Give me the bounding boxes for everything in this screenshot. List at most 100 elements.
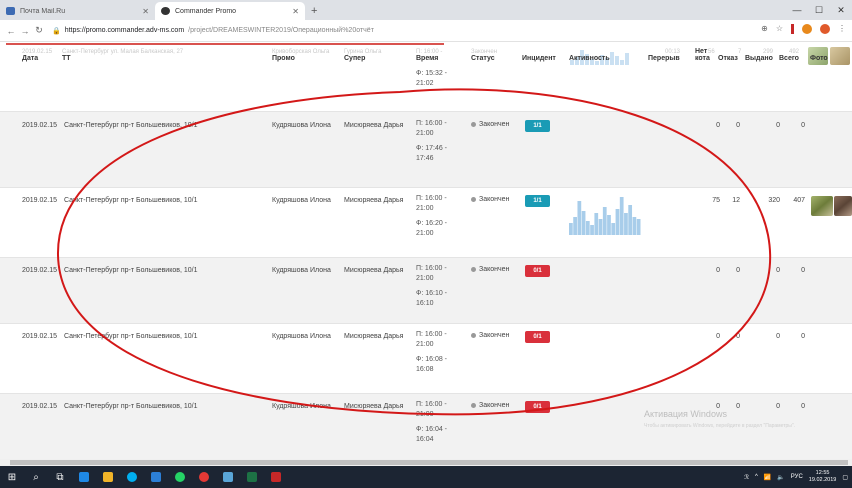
tab-commander[interactable]: Commander Promo ✕ xyxy=(155,2,305,20)
menu-icon[interactable]: ⋮ xyxy=(838,24,846,34)
refuse-cell: 0 xyxy=(736,122,740,129)
network-icon[interactable]: 📶 xyxy=(764,474,771,481)
promo-cell: Кудряшова Илона xyxy=(272,122,331,129)
tab-title: Почта Mail.Ru xyxy=(20,7,66,15)
tt-cell: Санкт-Петербург пр-т Большевиков, 10/1 xyxy=(64,122,198,129)
store-icon[interactable] xyxy=(144,466,168,488)
forward-icon[interactable]: → xyxy=(18,26,32,36)
promo-cell: Кудряшова Илона xyxy=(272,333,331,340)
tray-up-icon[interactable]: ^ xyxy=(755,474,758,480)
tab-strip: Почта Mail.Ru ✕ Commander Promo ✕ + — ☐ … xyxy=(0,0,852,20)
extension-icon[interactable] xyxy=(802,24,812,34)
back-icon[interactable]: ← xyxy=(4,26,18,36)
promo-cell: Кудряшова Илона xyxy=(272,403,331,410)
zoom-icon[interactable]: ⊕ xyxy=(761,24,768,34)
kota-cell: 0 xyxy=(716,122,720,129)
horizontal-scrollbar[interactable] xyxy=(0,459,852,466)
close-window-icon[interactable]: ✕ xyxy=(830,0,852,20)
total-cell: 407 xyxy=(793,197,805,204)
col-given[interactable]: Выдано xyxy=(745,55,773,62)
col-break[interactable]: Перерыв xyxy=(648,55,680,62)
maximize-icon[interactable]: ☐ xyxy=(808,0,830,20)
col-total[interactable]: Всего xyxy=(779,55,799,62)
status-cell: Закончен xyxy=(471,402,509,409)
col-refuse[interactable]: Отказ xyxy=(718,55,738,62)
table-row[interactable]: 2019.02.15 Санкт-Петербург пр-т Большеви… xyxy=(0,111,852,187)
windows-activation-title: Активация Windows xyxy=(644,409,727,419)
activity-bar xyxy=(573,217,577,235)
clock[interactable]: 12:55 19.02.2019 xyxy=(809,470,837,484)
status-cell: Закончен xyxy=(471,266,509,273)
given-cell: 0 xyxy=(776,122,780,129)
url-path: /project/DREAMESWINTER2019/Операционный%… xyxy=(188,27,374,34)
incident-badge[interactable]: 1/1 xyxy=(525,195,550,207)
col-date[interactable]: Дата xyxy=(22,55,38,62)
refuse-cell: 12 xyxy=(732,197,740,204)
extension-icon[interactable] xyxy=(791,24,794,34)
col-photo[interactable]: Фото xyxy=(810,55,828,62)
activity-bar xyxy=(624,213,628,235)
address-bar[interactable]: 🔒 https://promo.commander.adv-ms.com/pro… xyxy=(52,27,374,35)
kota-cell: 0 xyxy=(716,333,720,340)
lock-icon: 🔒 xyxy=(52,27,61,35)
col-time[interactable]: Время xyxy=(416,55,438,62)
given-cell: 0 xyxy=(776,333,780,340)
date-cell: 2019.02.15 xyxy=(22,403,58,410)
chrome-icon[interactable] xyxy=(192,466,216,488)
table-row[interactable]: 2019.02.15 Санкт-Петербург пр-т Большеви… xyxy=(0,257,852,323)
photos-icon[interactable] xyxy=(216,466,240,488)
photo-thumbnail[interactable] xyxy=(834,196,852,216)
col-super[interactable]: Супер xyxy=(344,55,365,62)
url-host: https://promo.commander.adv-ms.com xyxy=(64,27,185,34)
total-cell: 0 xyxy=(801,403,805,410)
kota-cell: 75 xyxy=(712,197,720,204)
whatsapp-icon[interactable] xyxy=(168,466,192,488)
status-dot-icon xyxy=(471,333,476,338)
photo-thumbnail[interactable] xyxy=(811,196,833,216)
start-icon[interactable]: ⊞ xyxy=(0,466,24,488)
input-language[interactable]: РУС xyxy=(791,474,803,480)
given-cell: 0 xyxy=(776,267,780,274)
volume-icon[interactable]: 🔈 xyxy=(777,474,784,481)
edge-icon[interactable] xyxy=(72,466,96,488)
scrollbar-thumb[interactable] xyxy=(10,460,848,465)
task-view-icon[interactable]: ⧉ xyxy=(48,466,72,488)
incident-badge[interactable]: 0/1 xyxy=(525,265,550,277)
close-tab-icon[interactable]: ✕ xyxy=(292,7,299,16)
col-promo[interactable]: Промо xyxy=(272,55,295,62)
refuse-cell: 0 xyxy=(736,267,740,274)
tab-mail[interactable]: Почта Mail.Ru ✕ xyxy=(0,2,155,20)
file-explorer-icon[interactable] xyxy=(96,466,120,488)
app-icon[interactable] xyxy=(264,466,288,488)
close-tab-icon[interactable]: ✕ xyxy=(142,7,149,16)
minimize-icon[interactable]: — xyxy=(786,0,808,20)
col-status[interactable]: Статус xyxy=(471,55,495,62)
super-cell: Мисюряева Дарья xyxy=(344,197,404,204)
bookmark-star-icon[interactable]: ☆ xyxy=(776,24,783,34)
col-tt[interactable]: ТТ xyxy=(62,55,71,62)
total-cell: 0 xyxy=(801,333,805,340)
table-row[interactable]: 2019.02.15 Санкт-Петербург пр-т Большеви… xyxy=(0,323,852,393)
col-net[interactable]: Нет xyxy=(695,48,707,55)
incident-badge[interactable]: 0/1 xyxy=(525,401,550,413)
mail-favicon-icon xyxy=(6,7,15,15)
table-row[interactable]: 2019.02.15 Санкт-Петербург пр-т Большеви… xyxy=(0,187,852,257)
incident-badge[interactable]: 1/1 xyxy=(525,120,550,132)
promo-cell: Кудряшова Илона xyxy=(272,267,331,274)
excel-icon[interactable] xyxy=(240,466,264,488)
notifications-icon[interactable]: ▢ xyxy=(842,474,848,481)
activity-bar xyxy=(598,219,603,235)
super-cell: Мисюряева Дарья xyxy=(344,122,404,129)
browser-toolbar: ← → ↻ 🔒 https://promo.commander.adv-ms.c… xyxy=(0,20,852,42)
opera-icon[interactable] xyxy=(820,24,830,34)
new-tab-button[interactable]: + xyxy=(305,2,323,20)
reload-icon[interactable]: ↻ xyxy=(32,25,46,36)
tt-cell: Санкт-Петербург пр-т Большевиков, 10/1 xyxy=(64,197,198,204)
col-activity[interactable]: Активность xyxy=(569,55,610,62)
col-incident[interactable]: Инцидент xyxy=(522,55,556,62)
search-icon[interactable]: ⌕ xyxy=(24,466,48,488)
col-kota[interactable]: кота xyxy=(695,55,710,62)
people-icon[interactable]: ℛ xyxy=(744,474,749,481)
incident-badge[interactable]: 0/1 xyxy=(525,331,550,343)
skype-icon[interactable] xyxy=(120,466,144,488)
